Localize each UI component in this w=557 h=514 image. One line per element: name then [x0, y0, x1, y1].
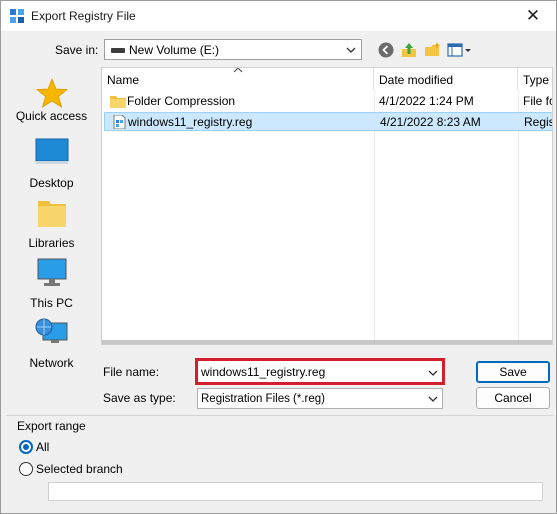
save-as-type-dropdown[interactable]: Registration Files (*.reg): [197, 388, 443, 409]
save-in-value: New Volume (E:): [129, 43, 220, 57]
place-libraries[interactable]: Libraries: [5, 195, 98, 251]
column-header-type[interactable]: Type: [518, 68, 552, 90]
file-name-cell: windows11_registry.reg: [128, 115, 253, 129]
place-label: This PC: [30, 296, 73, 310]
save-in-label-text: Save in:: [55, 43, 99, 57]
selected-branch-input[interactable]: [48, 482, 543, 501]
radio-selected-branch-label[interactable]: Selected branch: [36, 462, 123, 476]
place-desktop[interactable]: Desktop: [5, 135, 98, 191]
export-registry-dialog: Export Registry File ✕ Save in: New Volu…: [0, 0, 557, 514]
computer-icon: [37, 258, 67, 286]
chevron-down-icon: [428, 396, 438, 402]
table-row[interactable]: Folder Compression 4/1/2022 1:24 PM File…: [104, 92, 553, 111]
desktop-icon: [35, 138, 69, 164]
view-menu-icon[interactable]: [447, 41, 473, 59]
export-range-title: Export range: [17, 419, 86, 433]
column-header-date[interactable]: Date modified: [374, 68, 518, 90]
save-as-type-value: Registration Files (*.reg): [201, 393, 325, 405]
file-name-cell: Folder Compression: [127, 94, 236, 108]
chevron-down-icon: [346, 47, 356, 53]
title-bar: Export Registry File ✕: [1, 1, 556, 31]
close-button[interactable]: ✕: [524, 7, 542, 25]
file-type-cell: Regis: [524, 115, 553, 129]
file-name-value: windows11_registry.reg: [201, 365, 326, 379]
chevron-down-icon[interactable]: [427, 367, 439, 379]
reg-file-icon: [113, 115, 126, 129]
registry-editor-icon: [10, 9, 24, 23]
drive-icon: [111, 48, 125, 53]
up-folder-icon[interactable]: [400, 41, 418, 59]
file-date-cell: 4/1/2022 1:24 PM: [379, 94, 474, 108]
radio-all-label[interactable]: All: [36, 440, 49, 454]
star-icon: [35, 77, 69, 108]
file-date-cell: 4/21/2022 8:23 AM: [380, 115, 481, 129]
table-row-selected[interactable]: windows11_registry.reg 4/21/2022 8:23 AM…: [104, 112, 553, 131]
network-icon: [35, 318, 68, 343]
save-button[interactable]: Save: [476, 361, 550, 383]
column-header-name[interactable]: Name: [102, 68, 374, 90]
place-label: Desktop: [29, 176, 74, 190]
file-name-input[interactable]: windows11_registry.reg: [195, 358, 445, 385]
save-as-type-label: Save as type:: [103, 391, 176, 405]
place-label: Libraries: [28, 236, 75, 250]
place-network[interactable]: Network: [5, 315, 98, 371]
place-label: Quick access: [15, 109, 88, 123]
file-name-label: File name:: [103, 365, 160, 379]
place-label: Network: [29, 356, 74, 370]
file-list[interactable]: Name Date modified Type Folder Compressi…: [101, 67, 553, 345]
back-arrow-icon[interactable]: [377, 41, 395, 59]
libraries-icon: [38, 201, 66, 227]
horizontal-scrollbar[interactable]: [102, 340, 552, 344]
radio-selected-branch[interactable]: [19, 462, 33, 476]
file-type-cell: File fo: [523, 94, 553, 108]
place-quick-access[interactable]: Quick access: [5, 75, 98, 131]
radio-all[interactable]: [19, 440, 33, 454]
new-folder-icon[interactable]: [424, 41, 442, 59]
folder-icon: [110, 96, 126, 108]
places-bar: Quick access Desktop Libraries This PC N…: [5, 67, 98, 387]
export-range-group: Export range All Selected branch: [6, 415, 554, 511]
place-this-pc[interactable]: This PC: [5, 255, 98, 311]
window-title: Export Registry File: [31, 9, 136, 23]
save-in-label: Save in:: [55, 43, 98, 57]
cancel-button[interactable]: Cancel: [476, 387, 550, 409]
save-in-dropdown[interactable]: New Volume (E:): [104, 39, 362, 60]
